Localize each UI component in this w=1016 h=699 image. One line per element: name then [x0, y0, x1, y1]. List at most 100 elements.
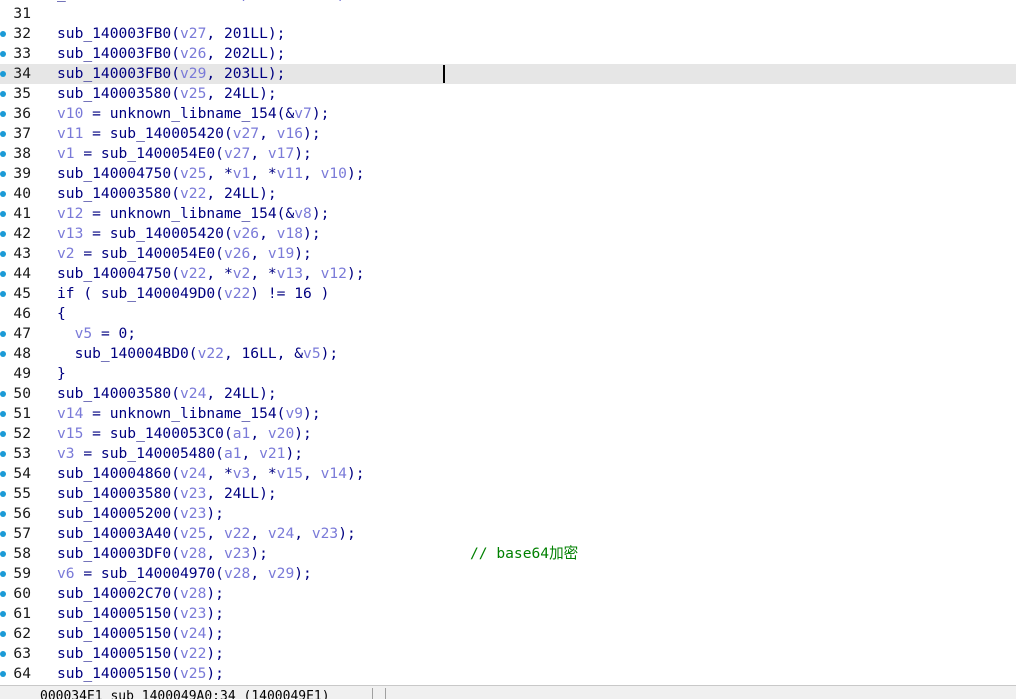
code-text[interactable]: sub_140004750(v22, *v2, *v13, v12); [57, 264, 365, 284]
code-line[interactable]: 60 sub_140002C70(v28); [0, 584, 1016, 604]
code-text[interactable]: v11 = sub_140005420(v27, v16); [57, 124, 321, 144]
line-number: 45 [13, 285, 31, 302]
code-line[interactable]: 54 sub_140004860(v24, *v3, *v15, v14); [0, 464, 1016, 484]
line-number: 62 [13, 625, 31, 642]
code-line[interactable]: 31 [0, 4, 1016, 24]
line-number: 53 [13, 445, 31, 462]
code-text[interactable]: sub_140004750(v25, *v1, *v11, v10); [57, 164, 365, 184]
code-line[interactable]: 38 v1 = sub_1400054E0(v27, v17); [0, 144, 1016, 164]
code-text[interactable]: sub_140005150(v22); [57, 644, 224, 664]
line-number: 51 [13, 405, 31, 422]
code-line[interactable]: 44 sub_140004750(v22, *v2, *v13, v12); [0, 264, 1016, 284]
line-number: 64 [13, 665, 31, 682]
code-text[interactable]: sub_140005200(v23); [57, 504, 224, 524]
code-line[interactable]: 51 v14 = unknown_libname_154(v9); [0, 404, 1016, 424]
code-text[interactable]: sub_140003FB0(v26, 202LL); [57, 44, 285, 64]
code-text[interactable]: v2 = sub_1400054E0(v26, v19); [57, 244, 312, 264]
code-line[interactable]: 46 { [0, 304, 1016, 324]
code-line[interactable]: 57 sub_140003A40(v25, v22, v24, v23); [0, 524, 1016, 544]
line-number: 54 [13, 465, 31, 482]
code-text[interactable]: sub_140005150(v25); [57, 664, 224, 684]
code-line[interactable]: 34 sub_140003FB0(v29, 203LL); [0, 64, 1016, 84]
line-number: 41 [13, 205, 31, 222]
code-text[interactable]: sub_140003580(v23, 24LL); [57, 484, 277, 504]
line-number: 37 [13, 125, 31, 142]
code-text[interactable]: sub_140004BD0(v22, 16LL, &v5); [57, 344, 339, 364]
code-line[interactable]: 49} [0, 364, 1016, 384]
code-text[interactable]: v15 = sub_1400053C0(a1, v20); [57, 424, 312, 444]
line-number: 36 [13, 105, 31, 122]
code-line[interactable]: 56 sub_140005200(v23); [0, 504, 1016, 524]
code-line[interactable]: 42 v13 = sub_140005420(v26, v18); [0, 224, 1016, 244]
line-number: 46 [13, 305, 31, 322]
line-number: 60 [13, 585, 31, 602]
status-bar: 000034E1 sub_1400049A0:34 (1400049E1) [0, 685, 1016, 699]
code-text[interactable]: sub_140003580(v24, 24LL); [57, 384, 277, 404]
code-line[interactable]: 33 sub_140003FB0(v26, 202LL); [0, 44, 1016, 64]
line-number: 42 [13, 225, 31, 242]
code-line[interactable]: 59 v6 = sub_140004970(v28, v29); [0, 564, 1016, 584]
status-separator [385, 688, 386, 699]
line-number: 43 [13, 245, 31, 262]
code-text[interactable]: sub_140003FB0(v29, 203LL); [57, 64, 285, 84]
code-text[interactable]: v1 = sub_1400054E0(v27, v17); [57, 144, 312, 164]
line-number: 32 [13, 25, 31, 42]
code-text[interactable]: sub_140003580(v22, 24LL); [57, 184, 277, 204]
code-text[interactable]: sub_140002C70(v28); [57, 584, 224, 604]
code-line[interactable]: 43 v2 = sub_1400054E0(v26, v19); [0, 244, 1016, 264]
code-text[interactable]: sub_140003FB0(v27, 201LL); [57, 24, 285, 44]
code-text[interactable]: v3 = sub_140005480(a1, v21); [57, 444, 303, 464]
code-line[interactable]: 48 sub_140004BD0(v22, 16LL, &v5); [0, 344, 1016, 364]
code-line[interactable]: 63 sub_140005150(v22); [0, 644, 1016, 664]
line-number: 56 [13, 505, 31, 522]
line-number: 58 [13, 545, 31, 562]
line-number: 33 [13, 45, 31, 62]
code-line[interactable]: 39 sub_140004750(v25, *v1, *v11, v10); [0, 164, 1016, 184]
code-text[interactable]: v6 = sub_140004970(v28, v29); [57, 564, 312, 584]
code-text[interactable]: sub_140003A40(v25, v22, v24, v23); [57, 524, 356, 544]
line-number: 59 [13, 565, 31, 582]
code-line[interactable]: 61 sub_140005150(v23); [0, 604, 1016, 624]
code-text[interactable]: v13 = sub_140005420(v26, v18); [57, 224, 321, 244]
line-number: 34 [13, 65, 31, 82]
code-text[interactable]: v14 = unknown_libname_154(v9); [57, 404, 321, 424]
line-number: 39 [13, 165, 31, 182]
line-number: 47 [13, 325, 31, 342]
code-text[interactable]: } [57, 364, 66, 384]
code-comment: // base64加密 [470, 545, 579, 562]
code-text[interactable]: v12 = unknown_libname_154(&v8); [57, 204, 329, 224]
code-line[interactable]: 45 if ( sub_1400049D0(v22) != 16 ) [0, 284, 1016, 304]
code-text[interactable]: if ( sub_1400049D0(v22) != 16 ) [57, 284, 329, 304]
code-text[interactable]: sub_140005150(v23); [57, 604, 224, 624]
code-line[interactable]: 58 sub_140003DF0(v28, v23); // base64加密 [0, 544, 1016, 564]
code-text[interactable]: sub_140004860(v24, *v3, *v15, v14); [57, 464, 365, 484]
code-line[interactable]: 37 v11 = sub_140005420(v27, v16); [0, 124, 1016, 144]
line-number: 61 [13, 605, 31, 622]
code-line[interactable]: 40 sub_140003580(v22, 24LL); [0, 184, 1016, 204]
code-line[interactable]: 64 sub_140005150(v25); [0, 664, 1016, 684]
code-line[interactable]: 32 sub_140003FB0(v27, 201LL); [0, 24, 1016, 44]
line-number: 52 [13, 425, 31, 442]
code-line[interactable]: 41 v12 = unknown_libname_154(&v8); [0, 204, 1016, 224]
line-number: 63 [13, 645, 31, 662]
code-line[interactable]: 62 sub_140005150(v24); [0, 624, 1016, 644]
code-text[interactable]: v10 = unknown_libname_154(&v7); [57, 104, 329, 124]
line-number: 49 [13, 365, 31, 382]
code-line[interactable]: 47 v5 = 0; [0, 324, 1016, 344]
code-line[interactable]: 52 v15 = sub_1400053C0(a1, v20); [0, 424, 1016, 444]
code-text[interactable]: sub_140003580(v25, 24LL); [57, 84, 277, 104]
code-line[interactable]: 53 v3 = sub_140005480(a1, v21); [0, 444, 1016, 464]
code-text[interactable]: { [57, 304, 66, 324]
code-line[interactable]: 50 sub_140003580(v24, 24LL); [0, 384, 1016, 404]
line-number: 57 [13, 525, 31, 542]
code-text[interactable]: sub_140005150(v24); [57, 624, 224, 644]
line-number: 48 [13, 345, 31, 362]
code-line[interactable]: 35 sub_140003580(v25, 24LL); [0, 84, 1016, 104]
line-number: 44 [13, 265, 31, 282]
pseudocode-view[interactable]: 30_BYTE v29[32]; // [rsp+148h] [rbp-30h]… [0, 0, 1016, 688]
code-line[interactable]: 55 sub_140003580(v23, 24LL); [0, 484, 1016, 504]
code-text[interactable]: v5 = 0; [57, 324, 137, 344]
code-line[interactable]: 36 v10 = unknown_libname_154(&v7); [0, 104, 1016, 124]
code-text[interactable]: sub_140003DF0(v28, v23); [57, 544, 268, 564]
line-number: 31 [13, 5, 31, 22]
